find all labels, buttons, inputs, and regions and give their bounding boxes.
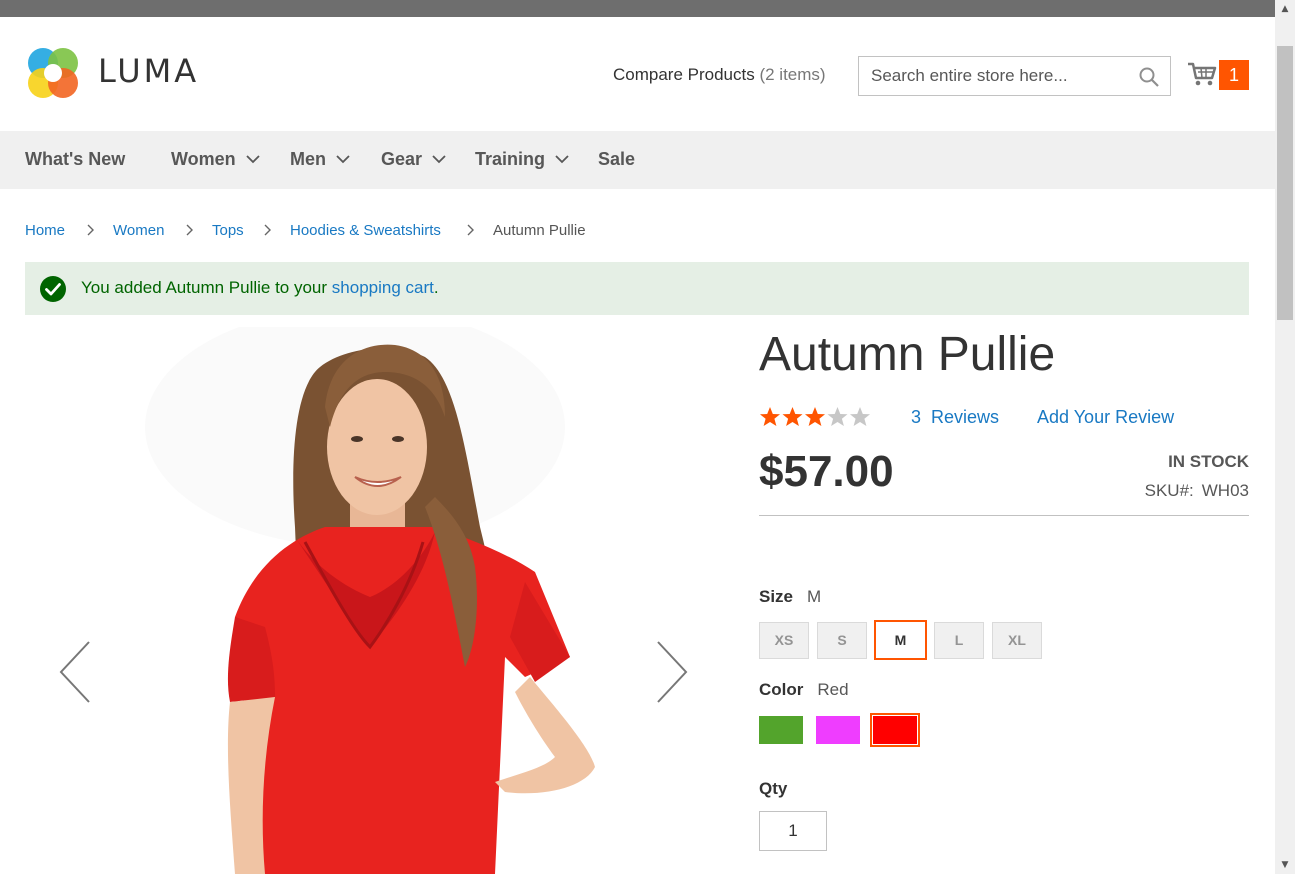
- product-price: $57.00: [759, 447, 894, 496]
- nav-item-sale[interactable]: Sale: [598, 149, 635, 170]
- chevron-right-icon: [87, 224, 94, 236]
- message-suffix: .: [433, 278, 439, 297]
- gallery-next-arrow-icon[interactable]: [655, 640, 689, 704]
- size-option-label: Size M: [759, 587, 821, 607]
- sku-value: WH03: [1201, 481, 1249, 500]
- nav-item-label: Training: [475, 149, 546, 169]
- stock-status: In stock: [1168, 452, 1249, 471]
- rating-stars-icon: [760, 407, 870, 426]
- product-image[interactable]: [25, 327, 725, 874]
- nav-item-gear[interactable]: Gear: [381, 149, 446, 170]
- nav-item-label: What's New: [25, 149, 126, 169]
- compare-products-link[interactable]: Compare Products (2 items): [613, 65, 826, 85]
- nav-item-label: Men: [290, 149, 326, 169]
- size-label: Size: [759, 587, 794, 606]
- reviews-count: 3: [911, 407, 922, 427]
- color-selected-value: Red: [817, 680, 849, 699]
- qty-label: Qty: [759, 779, 788, 798]
- search-icon[interactable]: [1138, 66, 1160, 88]
- luma-logo-icon[interactable]: [25, 45, 81, 101]
- reviews-link[interactable]: 3 Reviews: [911, 407, 999, 428]
- nav-item-women[interactable]: Women: [171, 149, 260, 170]
- product-title: Autumn Pullie: [759, 328, 1056, 381]
- color-option-label: Color Red: [759, 680, 849, 700]
- breadcrumb-home[interactable]: Home: [25, 222, 65, 239]
- nav-item-label: Gear: [381, 149, 423, 169]
- nav-item-whats-new[interactable]: What's New: [25, 149, 125, 170]
- add-review-link[interactable]: Add Your Review: [1037, 407, 1174, 428]
- size-swatch-xs[interactable]: XS: [759, 622, 809, 659]
- color-swatch-purple[interactable]: [816, 716, 860, 744]
- size-swatch-m[interactable]: M: [874, 620, 927, 660]
- color-swatch-green[interactable]: [759, 716, 803, 744]
- breadcrumb-current: Autumn Pullie: [493, 222, 586, 239]
- nav-item-training[interactable]: Training: [475, 149, 569, 170]
- window-top-bar: [0, 0, 1275, 17]
- checkmark-circle-icon: [40, 276, 66, 302]
- size-selected-value: M: [807, 587, 822, 606]
- vertical-scrollbar[interactable]: ▲ ▼: [1275, 0, 1295, 874]
- compare-count: (2 items): [759, 65, 826, 84]
- nav-item-men[interactable]: Men: [290, 149, 350, 170]
- breadcrumb-tops[interactable]: Tops: [212, 222, 244, 239]
- chevron-down-icon: [336, 155, 350, 164]
- cart-icon[interactable]: [1186, 58, 1218, 90]
- brand-name[interactable]: LUMA: [98, 52, 199, 90]
- scroll-up-icon[interactable]: ▲: [1275, 4, 1295, 14]
- search-box: [858, 56, 1171, 96]
- chevron-right-icon: [186, 224, 193, 236]
- color-swatch-red[interactable]: [870, 713, 920, 747]
- chevron-right-icon: [264, 224, 271, 236]
- breadcrumb-women[interactable]: Women: [113, 222, 164, 239]
- size-swatch-xl[interactable]: XL: [992, 622, 1042, 659]
- qty-input[interactable]: [759, 811, 827, 851]
- compare-label: Compare Products: [613, 65, 755, 84]
- message-prefix: You added Autumn Pullie to your: [81, 278, 332, 297]
- chevron-down-icon: [432, 155, 446, 164]
- scroll-down-icon[interactable]: ▼: [1275, 860, 1295, 870]
- sku-label: SKU#:: [1144, 481, 1194, 500]
- chevron-down-icon: [555, 155, 569, 164]
- chevron-right-icon: [467, 224, 474, 236]
- nav-item-label: Sale: [598, 149, 636, 169]
- product-gallery: [25, 327, 725, 874]
- scroll-thumb[interactable]: [1277, 46, 1293, 320]
- breadcrumb-hoodies-sweatshirts[interactable]: Hoodies & Sweatshirts: [290, 222, 441, 239]
- size-swatch-s[interactable]: S: [817, 622, 867, 659]
- divider: [759, 515, 1249, 516]
- sku: SKU#: WH03: [1145, 481, 1249, 501]
- color-label: Color: [759, 680, 804, 699]
- gallery-prev-arrow-icon[interactable]: [58, 640, 92, 704]
- reviews-label: Reviews: [931, 407, 1000, 427]
- cart-count-badge[interactable]: 1: [1219, 60, 1249, 90]
- size-swatch-l[interactable]: L: [934, 622, 984, 659]
- main-navigation: What's New Women Men Gear Training Sale: [0, 131, 1275, 189]
- nav-item-label: Women: [171, 149, 236, 169]
- chevron-down-icon: [246, 155, 260, 164]
- message-text: You added Autumn Pullie to your shopping…: [81, 278, 439, 298]
- shopping-cart-link[interactable]: shopping cart: [332, 278, 434, 297]
- success-message: You added Autumn Pullie to your shopping…: [25, 262, 1249, 315]
- search-input[interactable]: [859, 57, 1134, 95]
